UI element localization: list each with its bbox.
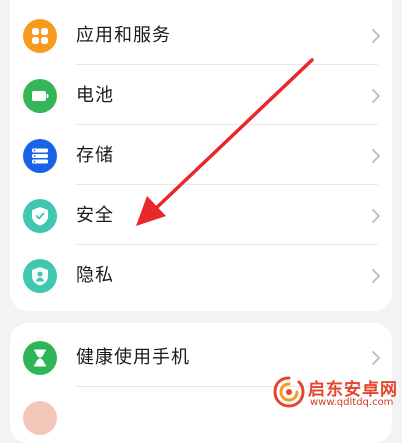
- settings-item-label: 安全: [76, 205, 114, 226]
- settings-item-storage[interactable]: 存储: [10, 125, 392, 185]
- settings-item-security[interactable]: 安全: [10, 185, 392, 245]
- privacy-icon: [23, 259, 57, 293]
- chevron-right-icon: [372, 29, 380, 43]
- apps-icon: [23, 19, 57, 53]
- chevron-right-icon: [372, 351, 380, 365]
- settings-item-label: 存储: [76, 145, 114, 166]
- settings-item-label: 隐私: [76, 265, 114, 286]
- shield-icon: [23, 199, 57, 233]
- chevron-right-icon: [372, 269, 380, 283]
- settings-item-battery[interactable]: 电池: [10, 65, 392, 125]
- watermark: 启东安卓网 www.qdltdq.com: [272, 373, 402, 411]
- watermark-logo-icon: [273, 376, 305, 408]
- hourglass-icon: [23, 341, 57, 375]
- settings-item-label: 电池: [76, 85, 114, 106]
- storage-icon: [23, 139, 57, 173]
- battery-icon: [23, 79, 57, 113]
- watermark-url: www.qdltdq.com: [310, 397, 394, 408]
- chevron-right-icon: [372, 209, 380, 223]
- chevron-right-icon: [372, 149, 380, 163]
- settings-group-1: 应用和服务 电池 存储 安全 隐私: [10, 0, 392, 311]
- chevron-right-icon: [372, 89, 380, 103]
- next-item-icon: [23, 401, 57, 435]
- settings-item-apps-services[interactable]: 应用和服务: [10, 5, 392, 65]
- settings-item-label: 健康使用手机: [76, 347, 190, 368]
- settings-item-privacy[interactable]: 隐私: [10, 245, 392, 305]
- settings-item-label: 应用和服务: [76, 25, 171, 46]
